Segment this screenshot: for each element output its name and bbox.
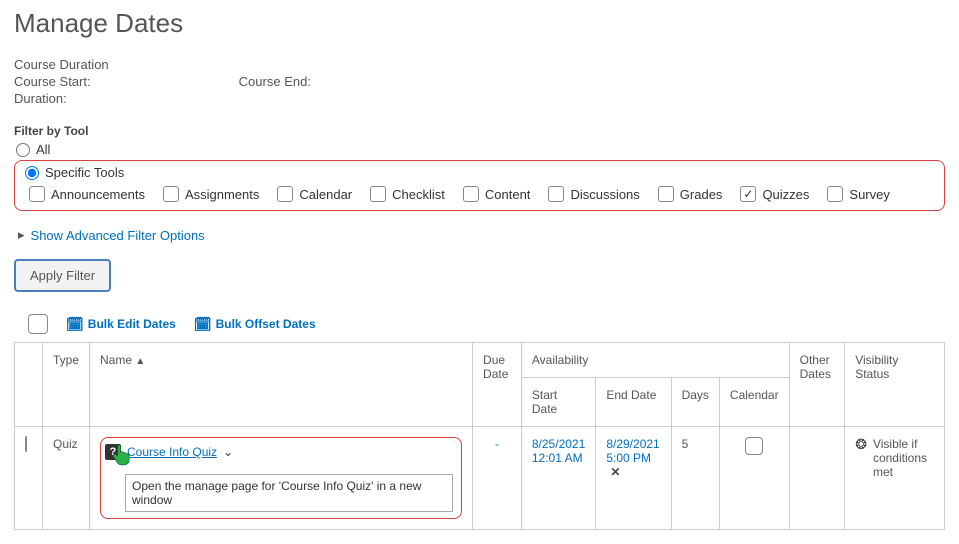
cell-end-date[interactable]: 8/29/2021 5:00 PM ✕ [606, 437, 660, 479]
course-start-value [94, 74, 224, 86]
col-visibility[interactable]: Visibility Status [845, 343, 945, 427]
col-name-label: Name [100, 353, 132, 367]
cb-content-label: Content [485, 187, 531, 202]
filter-section-label: Filter by Tool [14, 124, 945, 138]
col-availability: Availability [521, 343, 789, 378]
cb-grades[interactable] [658, 186, 674, 202]
col-days[interactable]: Days [671, 378, 719, 427]
row-select-checkbox[interactable] [25, 436, 27, 452]
course-end-value [315, 74, 445, 86]
visibility-icon: ❂ [855, 437, 867, 451]
specific-tools-box: Specific Tools Announcements Assignments… [14, 160, 945, 211]
cell-days: 5 [671, 427, 719, 530]
dates-table: Type Name ▲ Due Date Availability Other … [14, 342, 945, 530]
col-select [15, 343, 43, 427]
col-calendar[interactable]: Calendar [719, 378, 789, 427]
cell-other [789, 427, 845, 530]
radio-specific[interactable] [25, 166, 39, 180]
apply-filter-button[interactable]: Apply Filter [14, 259, 111, 292]
cb-assignments[interactable] [163, 186, 179, 202]
course-end-label: Course End: [239, 74, 311, 89]
cb-discussions-label: Discussions [570, 187, 639, 202]
advanced-filter-link[interactable]: Show Advanced Filter Options [31, 228, 205, 243]
cell-due[interactable]: - [483, 437, 511, 451]
end-time-text: 5:00 PM [606, 451, 651, 465]
clear-end-date-icon[interactable]: ✕ [610, 465, 620, 479]
calendar-checkbox[interactable] [745, 437, 763, 455]
bulk-offset-link[interactable]: 🗓 Bulk Offset Dates [194, 316, 316, 333]
cell-type: Quiz [43, 427, 90, 530]
cb-announcements[interactable] [29, 186, 45, 202]
calendar-offset-icon: 🗓 [194, 316, 212, 333]
col-end[interactable]: End Date [596, 378, 671, 427]
cb-discussions[interactable] [548, 186, 564, 202]
bulk-edit-link[interactable]: 🗓 Bulk Edit Dates [66, 316, 176, 333]
course-duration-label: Course Duration [14, 57, 945, 72]
bulk-edit-label: Bulk Edit Dates [88, 317, 176, 331]
cell-start-date[interactable]: 8/25/2021 12:01 AM [532, 437, 585, 465]
cb-assignments-label: Assignments [185, 187, 259, 202]
duration-value [70, 91, 200, 103]
table-row: Quiz ? Course Info Quiz ⌄ Open the manag… [15, 427, 945, 530]
start-time-text: 12:01 AM [532, 451, 585, 465]
duration-label: Duration: [14, 91, 67, 106]
cb-quizzes-label: Quizzes [762, 187, 809, 202]
cb-survey[interactable] [827, 186, 843, 202]
chevron-right-icon[interactable]: ▸ [18, 227, 25, 243]
cb-content[interactable] [463, 186, 479, 202]
col-due[interactable]: Due Date [473, 343, 522, 427]
course-duration-section: Course Duration Course Start: Course End… [14, 57, 945, 106]
cb-checklist-label: Checklist [392, 187, 445, 202]
cb-quizzes[interactable] [740, 186, 756, 202]
radio-all-label: All [36, 142, 50, 157]
chevron-down-icon[interactable]: ⌄ [223, 445, 233, 459]
start-date-text: 8/25/2021 [532, 437, 585, 451]
cb-survey-label: Survey [849, 187, 889, 202]
col-name[interactable]: Name ▲ [90, 343, 473, 427]
cb-grades-label: Grades [680, 187, 723, 202]
cell-visibility: Visible if conditions met [873, 437, 934, 479]
course-start-label: Course Start: [14, 74, 91, 89]
col-other[interactable]: Other Dates [789, 343, 845, 427]
cb-announcements-label: Announcements [51, 187, 145, 202]
calendar-edit-icon: 🗓 [66, 316, 84, 333]
radio-all[interactable] [16, 143, 30, 157]
sort-asc-icon: ▲ [135, 356, 145, 367]
quiz-icon: ? [105, 444, 121, 460]
bulk-offset-label: Bulk Offset Dates [216, 317, 316, 331]
col-start[interactable]: Start Date [521, 378, 595, 427]
name-highlight-box: ? Course Info Quiz ⌄ Open the manage pag… [100, 437, 462, 519]
tooltip: Open the manage page for 'Course Info Qu… [125, 474, 453, 512]
cb-calendar-label: Calendar [299, 187, 352, 202]
item-name-link[interactable]: Course Info Quiz [127, 445, 217, 459]
col-type[interactable]: Type [43, 343, 90, 427]
radio-specific-label: Specific Tools [45, 165, 124, 180]
end-date-text: 8/29/2021 [606, 437, 660, 451]
cb-calendar[interactable] [277, 186, 293, 202]
page-title: Manage Dates [14, 8, 945, 39]
select-all-checkbox[interactable] [28, 314, 48, 334]
cb-checklist[interactable] [370, 186, 386, 202]
